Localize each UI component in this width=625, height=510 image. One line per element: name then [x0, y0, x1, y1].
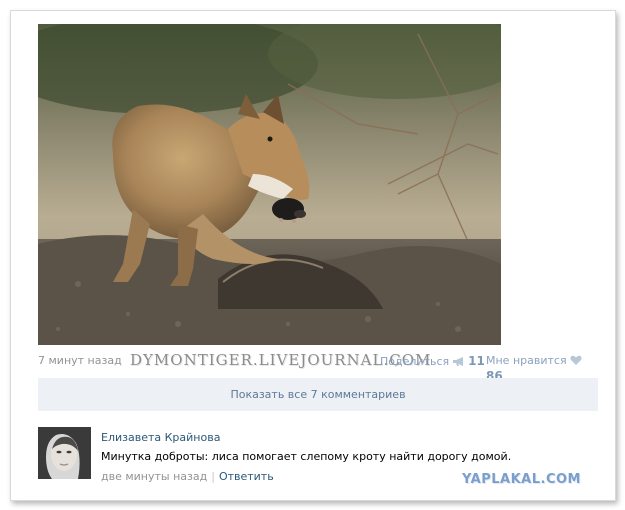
post-time[interactable]: 7 минут назад — [38, 354, 122, 367]
fox-photo-image — [38, 24, 501, 345]
megaphone-icon — [452, 356, 466, 370]
reply-link[interactable]: Ответить — [219, 470, 274, 483]
heart-icon — [570, 355, 582, 369]
avatar-image — [38, 427, 91, 479]
comment-meta-separator: | — [211, 470, 215, 483]
commenter-avatar[interactable] — [38, 427, 91, 479]
share-button[interactable]: Поделиться 11 — [380, 354, 485, 370]
share-count: 11 — [468, 354, 485, 368]
site-watermark: YAPLAKAL.COM — [462, 472, 581, 487]
comment-meta: две минуты назад | Ответить — [101, 470, 274, 483]
show-all-comments-button[interactable]: Показать все 7 комментариев — [38, 378, 598, 411]
comment-text: Минутка доброты: лиса помогает слепому к… — [101, 450, 512, 463]
post-meta-row: 7 минут назад DYMONTIGER.LIVEJOURNAL.COM… — [38, 351, 598, 383]
like-label: Мне нравится — [486, 354, 567, 367]
post-photo[interactable] — [38, 24, 501, 345]
comment-author-link[interactable]: Елизавета Крайнова — [101, 431, 220, 444]
share-label: Поделиться — [380, 355, 450, 368]
comment-time[interactable]: две минуты назад — [101, 470, 207, 483]
